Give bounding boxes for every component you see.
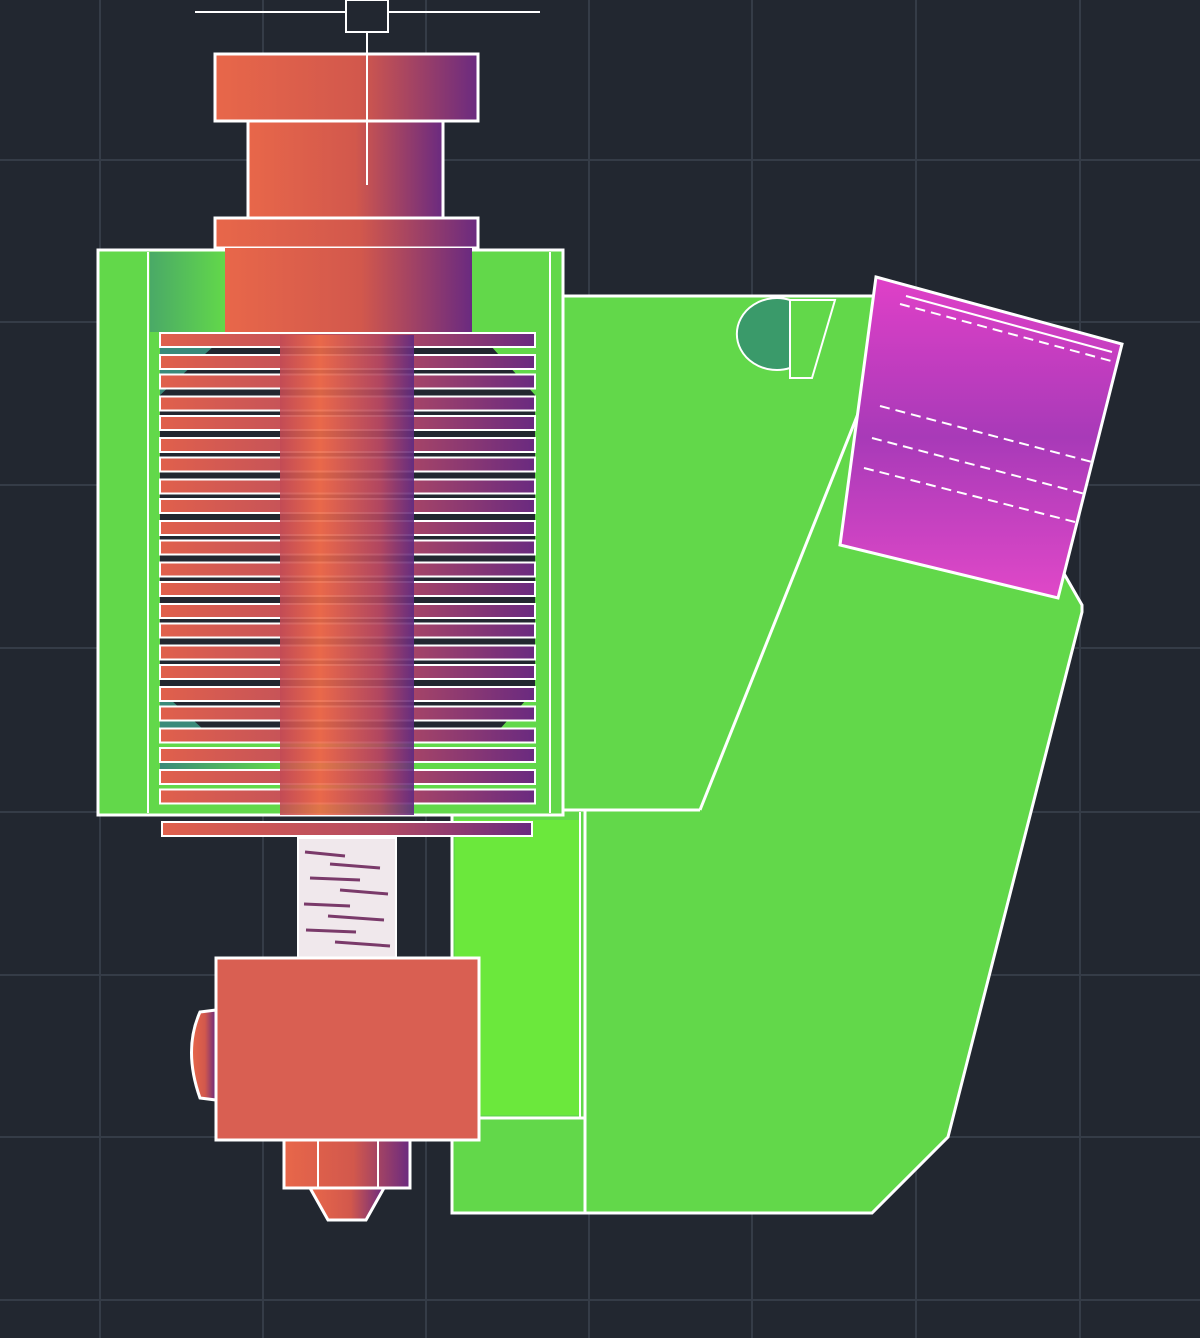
heat-sink-core bbox=[280, 335, 414, 815]
heat-sink bbox=[213, 52, 480, 332]
heat-sink-fin bbox=[161, 821, 533, 837]
heat-break bbox=[297, 837, 397, 959]
nozzle bbox=[282, 1138, 412, 1222]
cad-drawing-canvas bbox=[0, 0, 1200, 1338]
heater-block bbox=[190, 956, 481, 1142]
